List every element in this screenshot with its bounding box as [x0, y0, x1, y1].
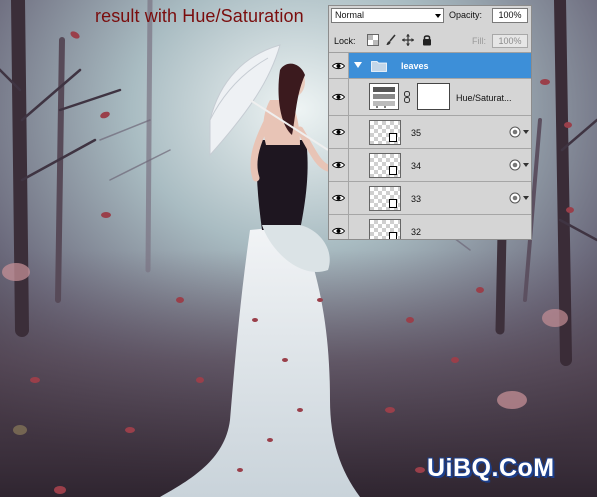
lock-image-pixels-icon[interactable]: [385, 34, 397, 46]
layer-mask-thumbnail[interactable]: [417, 83, 450, 110]
eye-icon: [332, 194, 345, 202]
visibility-toggle[interactable]: [329, 53, 349, 78]
smart-object-icon: [389, 232, 397, 239]
smart-object-icon: [389, 166, 397, 175]
layer-33[interactable]: 33: [329, 182, 531, 215]
blend-mode-dropdown[interactable]: Normal: [331, 8, 444, 23]
layer-name: 35: [411, 128, 422, 138]
layer-group-leaves[interactable]: leaves: [329, 53, 531, 79]
fill-field[interactable]: 100%: [492, 34, 528, 48]
layer-name: 33: [411, 194, 422, 204]
layer-34[interactable]: 34: [329, 149, 531, 182]
expand-triangle-icon[interactable]: [354, 62, 362, 68]
eye-icon: [332, 62, 345, 69]
layer-name: leaves: [401, 61, 429, 71]
eye-icon: [332, 93, 345, 101]
layer-name: 32: [411, 227, 422, 237]
visibility-toggle[interactable]: [329, 116, 349, 148]
lock-transparent-pixels-icon[interactable]: [367, 34, 379, 46]
site-watermark: UiBQ.CoM: [427, 454, 555, 482]
layer-effects-icon[interactable]: [509, 126, 521, 138]
blend-mode-value: Normal: [335, 10, 365, 20]
layer-32[interactable]: 32: [329, 215, 531, 239]
eye-icon: [332, 128, 345, 136]
layers-panel: Normal Opacity: 100% Lock: Fill: 100% le…: [328, 5, 532, 240]
hue-saturation-adjustment-icon: [369, 83, 399, 110]
lock-all-icon[interactable]: [421, 34, 433, 46]
chevron-down-icon: [435, 14, 441, 18]
lock-label: Lock:: [334, 36, 356, 46]
blend-opacity-row: Normal Opacity: 100%: [329, 6, 531, 28]
fill-label: Fill:: [472, 36, 486, 46]
chain-link-icon[interactable]: [403, 91, 411, 103]
smart-object-icon: [389, 133, 397, 142]
eye-icon: [332, 161, 345, 169]
effects-expand-arrow-icon[interactable]: [523, 130, 529, 134]
folder-icon: [371, 61, 387, 72]
lock-position-icon[interactable]: [402, 34, 414, 46]
visibility-toggle[interactable]: [329, 215, 349, 239]
effects-expand-arrow-icon[interactable]: [523, 163, 529, 167]
visibility-toggle[interactable]: [329, 149, 349, 181]
visibility-toggle[interactable]: [329, 182, 349, 214]
opacity-field[interactable]: 100%: [492, 8, 528, 23]
opacity-label: Opacity:: [449, 10, 483, 20]
layer-effects-icon[interactable]: [509, 192, 521, 204]
lock-fill-row: Lock: Fill: 100%: [329, 30, 531, 53]
layer-hue-saturation[interactable]: Hue/Saturat...: [329, 79, 531, 116]
smart-object-icon: [389, 199, 397, 208]
layer-name: 34: [411, 161, 422, 171]
effects-expand-arrow-icon[interactable]: [523, 196, 529, 200]
eye-icon: [332, 227, 345, 235]
result-caption: result with Hue/Saturation: [95, 6, 304, 26]
layer-effects-icon[interactable]: [509, 159, 521, 171]
layer-35[interactable]: 35: [329, 116, 531, 149]
visibility-toggle[interactable]: [329, 79, 349, 115]
layer-name: Hue/Saturat...: [456, 93, 512, 103]
